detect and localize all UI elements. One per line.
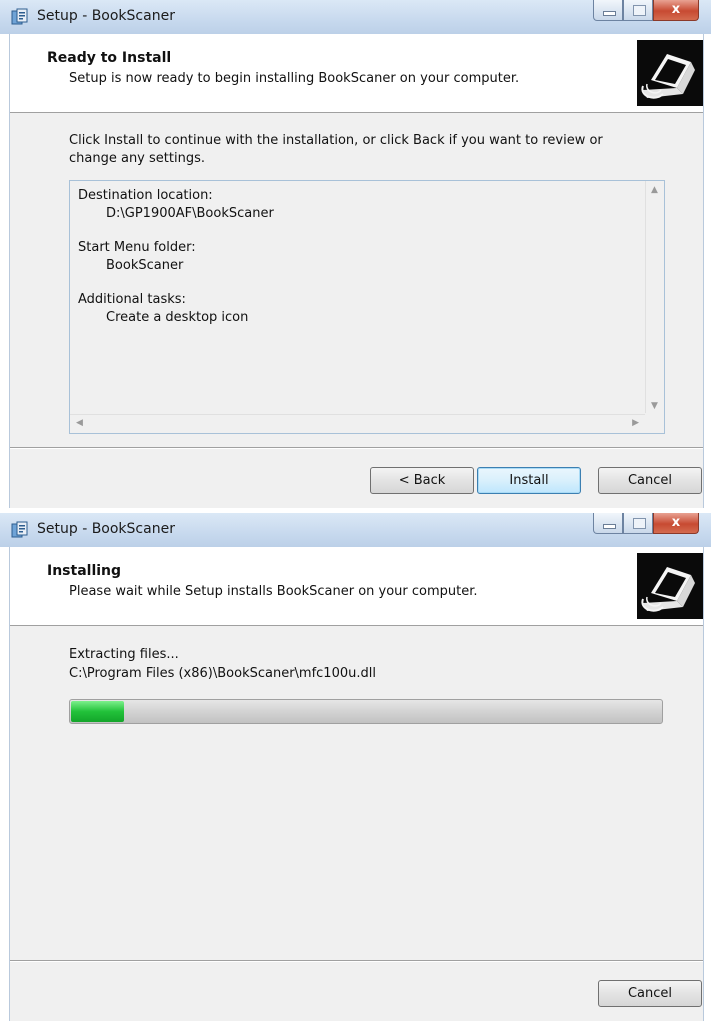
wizard-header: Installing Please wait while Setup insta… — [10, 547, 703, 626]
scroll-down-icon[interactable]: ▼ — [651, 401, 658, 411]
scroll-corner — [646, 415, 664, 433]
page-subtitle: Setup is now ready to begin installing B… — [69, 71, 520, 86]
maximize-icon — [633, 5, 646, 16]
wizard-header: Ready to Install Setup is now ready to b… — [10, 34, 703, 113]
page-subtitle: Please wait while Setup installs BookSca… — [69, 584, 478, 599]
close-icon: x — [671, 2, 681, 17]
destination-label: Destination location: — [78, 188, 213, 203]
title-bar[interactable]: Setup - BookScaner x — [0, 0, 711, 34]
minimize-icon — [603, 11, 616, 16]
title-bar[interactable]: Setup - BookScaner x — [0, 513, 711, 547]
wizard-body: Installing Please wait while Setup insta… — [9, 547, 704, 1021]
cancel-button[interactable]: Cancel — [598, 980, 702, 1007]
setup-app-icon — [11, 8, 28, 25]
window-title: Setup - BookScaner — [37, 521, 175, 537]
minimize-button[interactable] — [593, 0, 623, 21]
page-title: Installing — [47, 563, 122, 579]
start-menu-label: Start Menu folder: — [78, 240, 196, 255]
tasks-value: Create a desktop icon — [106, 310, 249, 325]
install-status: Extracting files... C:\Program Files (x8… — [69, 645, 376, 683]
scroll-left-icon[interactable]: ◀ — [76, 418, 83, 428]
progress-fill — [71, 701, 125, 722]
instructions-line-1: Click Install to continue with the insta… — [69, 133, 603, 148]
instructions-line-2: change any settings. — [69, 151, 205, 166]
close-button[interactable]: x — [653, 513, 699, 534]
caption-buttons: x — [593, 513, 699, 535]
caption-buttons: x — [593, 0, 699, 22]
minimize-button[interactable] — [593, 513, 623, 534]
scroll-up-icon[interactable]: ▲ — [651, 185, 658, 195]
tasks-label: Additional tasks: — [78, 292, 186, 307]
summary-content: Destination location: D:\GP1900AF\BookSc… — [78, 187, 274, 327]
destination-value: D:\GP1900AF\BookScaner — [106, 206, 274, 221]
minimize-icon — [603, 524, 616, 529]
setup-window-installing: Setup - BookScaner x Installing Please w… — [0, 513, 711, 1021]
scanner-logo-icon — [637, 553, 703, 619]
start-menu-value: BookScaner — [106, 258, 184, 273]
vertical-scrollbar[interactable]: ▲ ▼ — [645, 181, 664, 413]
back-button[interactable]: < Back — [370, 467, 474, 494]
footer-divider — [10, 447, 703, 449]
progress-bar — [69, 699, 663, 724]
page-title: Ready to Install — [47, 50, 172, 66]
setup-window-ready: Setup - BookScaner x Ready to Install Se… — [0, 0, 711, 508]
maximize-icon — [633, 518, 646, 529]
scanner-logo-icon — [637, 40, 703, 106]
instructions: Click Install to continue with the insta… — [69, 132, 669, 168]
maximize-button[interactable] — [623, 513, 653, 534]
setup-app-icon — [11, 521, 28, 538]
horizontal-scrollbar[interactable]: ◀ ▶ — [70, 414, 645, 433]
window-title: Setup - BookScaner — [37, 8, 175, 24]
install-button[interactable]: Install — [477, 467, 581, 494]
summary-memo[interactable]: Destination location: D:\GP1900AF\BookSc… — [69, 180, 665, 434]
close-icon: x — [671, 515, 681, 530]
current-file-path: C:\Program Files (x86)\BookScaner\mfc100… — [69, 666, 376, 681]
wizard-body: Ready to Install Setup is now ready to b… — [9, 34, 704, 508]
maximize-button[interactable] — [623, 0, 653, 21]
close-button[interactable]: x — [653, 0, 699, 21]
status-text: Extracting files... — [69, 647, 179, 662]
footer-divider — [10, 960, 703, 962]
scroll-right-icon[interactable]: ▶ — [632, 418, 639, 428]
cancel-button[interactable]: Cancel — [598, 467, 702, 494]
